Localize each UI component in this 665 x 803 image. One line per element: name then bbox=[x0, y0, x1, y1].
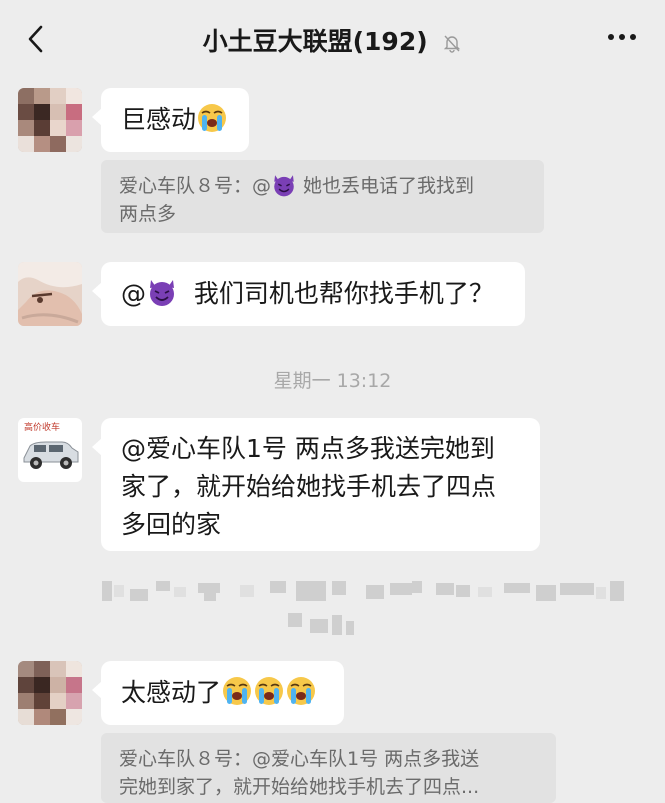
quote-line: 爱心车队８号：@ 她也丢电话了我找到 bbox=[119, 172, 526, 200]
message-bubble[interactable]: 巨感动 bbox=[92, 88, 249, 152]
chat-title-wrap: 小土豆大联盟(192) bbox=[0, 22, 665, 58]
pixelated-avatar bbox=[18, 88, 82, 152]
loudly-crying-emoji bbox=[198, 104, 227, 132]
chat-header: 小土豆大联盟(192) bbox=[0, 0, 665, 78]
message-text: 太感动了 bbox=[121, 678, 222, 707]
mention-prefix: @ bbox=[121, 279, 146, 308]
quote-line: 完她到家了，就开始给她找手机去了四点... bbox=[119, 776, 480, 798]
quote-text: 她也丢电话了我找到 bbox=[297, 175, 475, 197]
quote-text: 爱心车队８号：@ bbox=[119, 175, 272, 197]
quoted-message[interactable]: 爱心车队８号：@ 她也丢电话了我找到 两点多 bbox=[101, 160, 544, 233]
message-line: 多回的家 bbox=[121, 510, 222, 539]
message-text: 我们司机也帮你找手机了？ bbox=[178, 279, 494, 308]
quote-line: 两点多 bbox=[119, 203, 177, 225]
avatar-photo bbox=[18, 262, 82, 326]
smiling-devil-emoji bbox=[150, 280, 174, 306]
car-avatar: 高价收车 bbox=[18, 418, 82, 482]
quote-line: 爱心车队８号：@爱心车队1号 两点多我送 bbox=[119, 748, 480, 770]
smiling-devil-emoji bbox=[274, 175, 294, 197]
timestamp: 星期一 13:12 bbox=[273, 370, 392, 392]
chat-title: 小土豆大联盟(192) bbox=[202, 27, 428, 56]
message-bubble[interactable]: 太感动了 bbox=[92, 661, 344, 725]
avatar[interactable] bbox=[18, 88, 82, 152]
message-bubble[interactable]: @爱心车队1号 两点多我送完她到 家了，就开始给她找手机去了四点 多回的家 bbox=[92, 418, 540, 551]
pixelated-message bbox=[102, 581, 624, 635]
message-bubble[interactable]: @ 我们司机也帮你找手机了？ bbox=[92, 262, 525, 326]
more-dots-icon[interactable] bbox=[607, 30, 637, 44]
loudly-crying-emoji bbox=[255, 677, 284, 705]
pixelated-avatar bbox=[18, 661, 82, 725]
message-line: 家了，就开始给她找手机去了四点 bbox=[121, 472, 497, 501]
bell-muted-icon bbox=[444, 35, 461, 53]
message-line: @爱心车队1号 两点多我送完她到 bbox=[121, 434, 495, 463]
avatar[interactable] bbox=[18, 262, 82, 326]
quoted-message[interactable]: 爱心车队８号：@爱心车队1号 两点多我送 完她到家了，就开始给她找手机去了四点.… bbox=[101, 733, 556, 803]
avatar[interactable]: 高价收车 bbox=[18, 418, 82, 482]
message-text: 巨感动 bbox=[121, 105, 197, 134]
avatar[interactable] bbox=[18, 661, 82, 725]
loudly-crying-emoji bbox=[223, 677, 252, 705]
svg-text:高价收车: 高价收车 bbox=[24, 421, 60, 433]
loudly-crying-emoji bbox=[287, 677, 316, 705]
